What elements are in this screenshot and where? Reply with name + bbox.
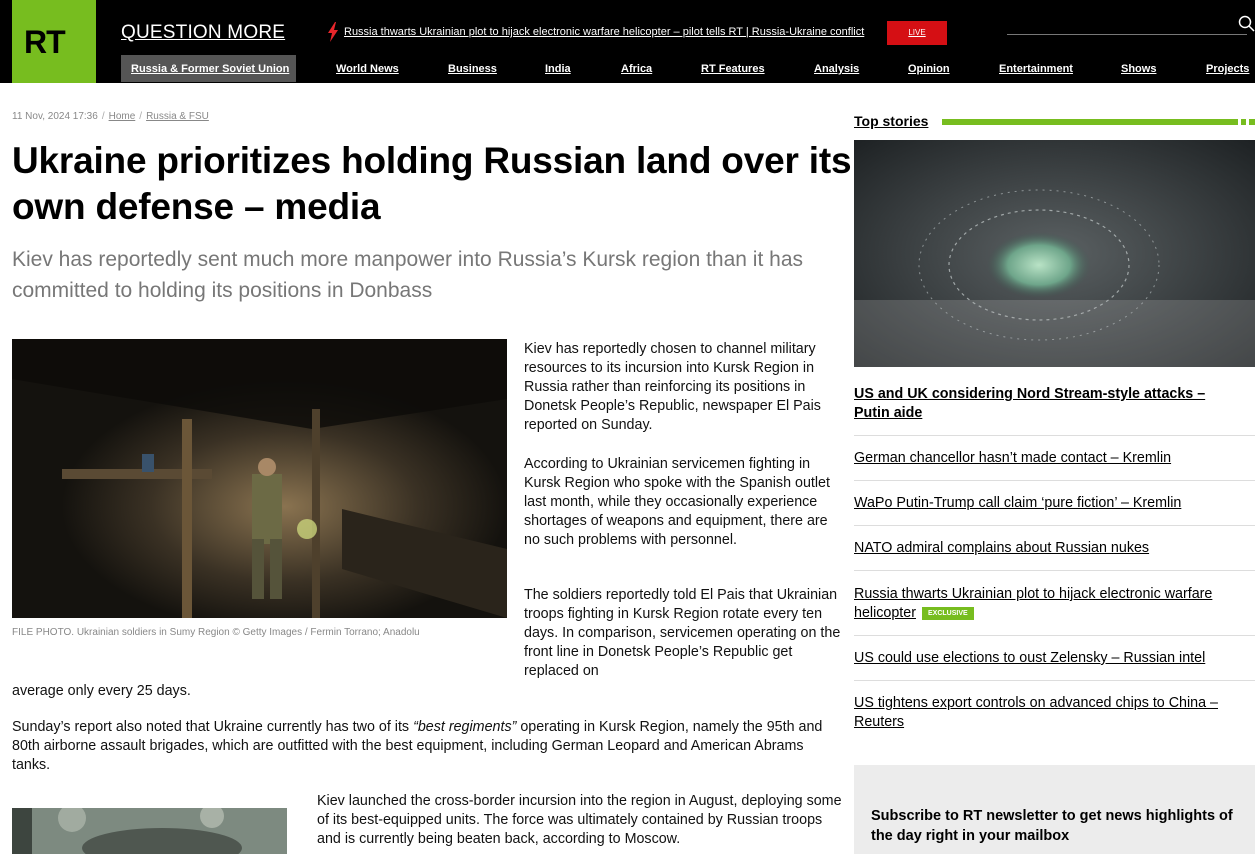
breadcrumb-home[interactable]: Home <box>109 111 136 122</box>
top-story-item[interactable]: Russia thwarts Ukrainian plot to hijack … <box>854 585 1244 623</box>
article-title: Ukraine prioritizes holding Russian land… <box>12 140 852 227</box>
top-story-lead[interactable]: US and UK considering Nord Stream-style … <box>854 385 1244 423</box>
site-header: RT QUESTION MORE Russia thwarts Ukrainia… <box>0 0 1255 83</box>
nav-analysis[interactable]: Analysis <box>814 63 859 75</box>
search-input[interactable] <box>1007 34 1247 35</box>
top-story-item[interactable]: US tightens export controls on advanced … <box>854 694 1244 732</box>
article-datetime: 11 Nov, 2024 17:36 <box>12 111 98 122</box>
article-photo[interactable] <box>12 339 507 618</box>
top-story-item[interactable]: US could use elections to oust Zelensky … <box>854 649 1244 668</box>
accent-bar-dot <box>1241 119 1246 125</box>
tagline-link[interactable]: QUESTION MORE <box>121 22 285 44</box>
lightning-icon <box>328 22 338 42</box>
nav-rt-features[interactable]: RT Features <box>701 63 765 75</box>
nav-russia-fsu[interactable]: Russia & Former Soviet Union <box>131 63 289 75</box>
paragraph-4: Sunday’s report also noted that Ukraine … <box>12 719 823 773</box>
paragraph-3-continued: average only every 25 days. <box>12 683 191 699</box>
top-stories-heading[interactable]: Top stories <box>854 113 928 129</box>
nav-africa[interactable]: Africa <box>621 63 652 75</box>
story-divider <box>854 635 1255 636</box>
nav-projects[interactable]: Projects <box>1206 63 1249 75</box>
top-story-item[interactable]: WaPo Putin-Trump call claim ‘pure fictio… <box>854 494 1244 513</box>
nav-india[interactable]: India <box>545 63 571 75</box>
nav-shows[interactable]: Shows <box>1121 63 1156 75</box>
search-icon[interactable] <box>1238 15 1255 32</box>
logo-text: RT <box>24 24 66 60</box>
breadcrumb: 11 Nov, 2024 17:36/Home / Russia & FSU <box>12 111 209 122</box>
breaking-news-ticker[interactable]: Russia thwarts Ukrainian plot to hijack … <box>344 26 864 38</box>
newsletter-text: Subscribe to RT newsletter to get news h… <box>871 808 1233 844</box>
nav-opinion[interactable]: Opinion <box>908 63 950 75</box>
quote-best-regiments: “best regiments” <box>413 719 517 735</box>
nav-business[interactable]: Business <box>448 63 497 75</box>
rt-logo[interactable]: RT <box>12 0 96 83</box>
live-button[interactable]: LIVE <box>887 21 947 45</box>
newsletter-box[interactable]: Subscribe to RT newsletter to get news h… <box>854 765 1255 854</box>
breadcrumb-section[interactable]: Russia & FSU <box>146 111 209 122</box>
story-divider <box>854 680 1255 681</box>
nav-entertainment[interactable]: Entertainment <box>999 63 1073 75</box>
accent-bar-dot <box>1249 119 1255 125</box>
top-story-photo[interactable] <box>854 140 1255 367</box>
story-divider <box>854 435 1255 436</box>
story-divider <box>854 480 1255 481</box>
nav-world-news[interactable]: World News <box>336 63 399 75</box>
paragraph-3: The soldiers reportedly told El Pais tha… <box>524 587 841 679</box>
story-divider <box>854 525 1255 526</box>
photo-caption: FILE PHOTO. Ukrainian soldiers in Sumy R… <box>12 627 420 638</box>
paragraph-2: According to Ukrainian servicemen fighti… <box>524 456 830 548</box>
top-story-item[interactable]: German chancellor hasn’t made contact – … <box>854 449 1244 468</box>
top-story-item[interactable]: NATO admiral complains about Russian nuk… <box>854 539 1244 558</box>
article-photo-2[interactable] <box>12 808 287 854</box>
article-summary: Kiev has reportedly sent much more manpo… <box>12 248 803 302</box>
paragraph-1: Kiev has reportedly chosen to channel mi… <box>524 341 821 433</box>
paragraph-5: Kiev launched the cross-border incursion… <box>317 793 842 847</box>
exclusive-badge: EXCLUSIVE <box>922 606 974 620</box>
story-divider <box>854 570 1255 571</box>
accent-bar <box>942 119 1238 125</box>
